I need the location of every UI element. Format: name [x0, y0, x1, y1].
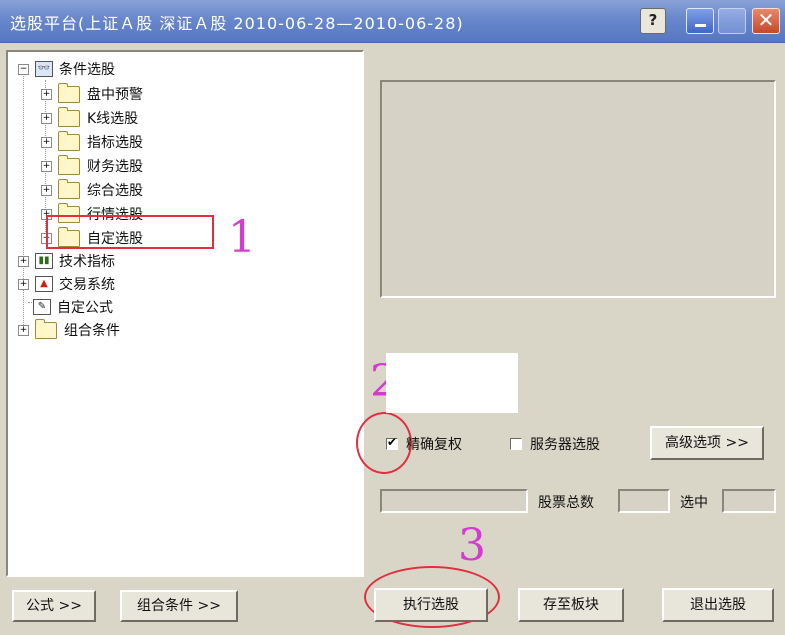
- tree-node-child[interactable]: + 指标选股: [41, 130, 143, 153]
- advanced-options-button[interactable]: 高级选项 >>: [650, 426, 764, 460]
- folder-icon: [58, 106, 80, 127]
- minimize-button[interactable]: [686, 8, 714, 34]
- folder-icon: [58, 178, 80, 199]
- parameter-area: [386, 353, 518, 413]
- tree-node-label: 盘中预警: [87, 87, 143, 103]
- annotation-number: 3: [458, 520, 486, 571]
- tree-node-child[interactable]: + K线选股: [41, 106, 139, 129]
- formula-button[interactable]: 公式 >>: [12, 590, 96, 622]
- close-icon: ✕: [757, 8, 775, 32]
- tree-node-label: 综合选股: [87, 183, 143, 199]
- exit-selection-button[interactable]: 退出选股: [662, 588, 774, 622]
- tree-node-custom-formula[interactable]: ✎ 自定公式: [33, 296, 113, 318]
- tree-node-trading-system[interactable]: + ▲ 交易系统: [18, 273, 115, 295]
- tree-node-root[interactable]: − 👓 条件选股: [18, 58, 115, 80]
- bar-chart-icon: ▮▮: [35, 253, 53, 269]
- tree-node-child[interactable]: + 盘中预警: [41, 82, 143, 105]
- combo-conditions-button[interactable]: 组合条件 >>: [120, 590, 238, 622]
- tree-node-label: 组合条件: [64, 323, 120, 339]
- tree-node-child[interactable]: + 综合选股: [41, 178, 143, 201]
- expand-icon[interactable]: +: [41, 88, 52, 100]
- total-stocks-field: [618, 489, 670, 513]
- window-title: 选股平台(上证Ａ股 深证Ａ股 2010-06-28—2010-06-28): [10, 14, 464, 33]
- annotation-number: 1: [228, 212, 256, 263]
- tree-node-label: 交易系统: [59, 277, 115, 293]
- folder-icon: [58, 130, 80, 151]
- folder-icon: [58, 154, 80, 175]
- title-bar[interactable]: 选股平台(上证Ａ股 深证Ａ股 2010-06-28—2010-06-28) ? …: [0, 0, 785, 43]
- selected-label: 选中: [680, 495, 708, 511]
- folder-icon: [35, 318, 57, 339]
- arrow-up-icon: ▲: [35, 276, 53, 292]
- expand-icon[interactable]: +: [18, 324, 29, 336]
- condition-tree[interactable]: − 👓 条件选股 + 盘中预警 + K线选股 + 指标选股 + 财务选股 + 综合选股 +…: [6, 50, 364, 577]
- expand-icon[interactable]: +: [18, 278, 29, 290]
- expand-icon[interactable]: +: [41, 136, 52, 148]
- folder-icon: [58, 82, 80, 103]
- server-select-checkbox[interactable]: [510, 438, 522, 450]
- selected-count-field: [722, 489, 776, 513]
- precise-restore-option[interactable]: 精确复权: [386, 434, 462, 454]
- tree-node-label: 财务选股: [87, 159, 143, 175]
- tree-node-label: K线选股: [87, 111, 139, 127]
- stock-picker-window: 选股平台(上证Ａ股 深证Ａ股 2010-06-28—2010-06-28) ? …: [0, 0, 785, 635]
- precise-restore-checkbox[interactable]: [386, 435, 398, 450]
- tree-node-label: 条件选股: [59, 62, 115, 78]
- tree-node-label: 自定公式: [57, 300, 113, 316]
- precise-restore-label: 精确复权: [406, 437, 462, 453]
- binoculars-icon: 👓: [35, 61, 53, 77]
- tree-node-label: 指标选股: [87, 135, 143, 151]
- collapse-icon[interactable]: −: [18, 63, 29, 75]
- help-button[interactable]: ?: [640, 8, 666, 34]
- tree-node-combo-conditions[interactable]: + 组合条件: [18, 318, 120, 341]
- annotation-highlight-box: [46, 215, 214, 249]
- expand-icon[interactable]: +: [41, 160, 52, 172]
- tree-connector: [23, 70, 24, 335]
- tree-node-child[interactable]: + 财务选股: [41, 154, 143, 177]
- execute-selection-button[interactable]: 执行选股: [374, 588, 488, 622]
- tree-node-label: 技术指标: [59, 254, 115, 270]
- progress-field: [380, 489, 528, 513]
- condition-description-panel: [380, 80, 776, 298]
- expand-icon[interactable]: +: [41, 184, 52, 196]
- server-select-label: 服务器选股: [530, 437, 600, 453]
- expand-icon[interactable]: +: [18, 255, 29, 267]
- minimize-icon: [695, 24, 706, 27]
- server-select-option[interactable]: 服务器选股: [510, 434, 600, 454]
- pencil-icon: ✎: [33, 299, 51, 315]
- close-button[interactable]: ✕: [752, 8, 780, 34]
- save-to-block-button[interactable]: 存至板块: [518, 588, 624, 622]
- tree-node-tech-indicators[interactable]: + ▮▮ 技术指标: [18, 250, 115, 272]
- maximize-button: [718, 8, 746, 34]
- help-icon: ?: [648, 11, 658, 29]
- total-stocks-label: 股票总数: [538, 495, 594, 511]
- expand-icon[interactable]: +: [41, 112, 52, 124]
